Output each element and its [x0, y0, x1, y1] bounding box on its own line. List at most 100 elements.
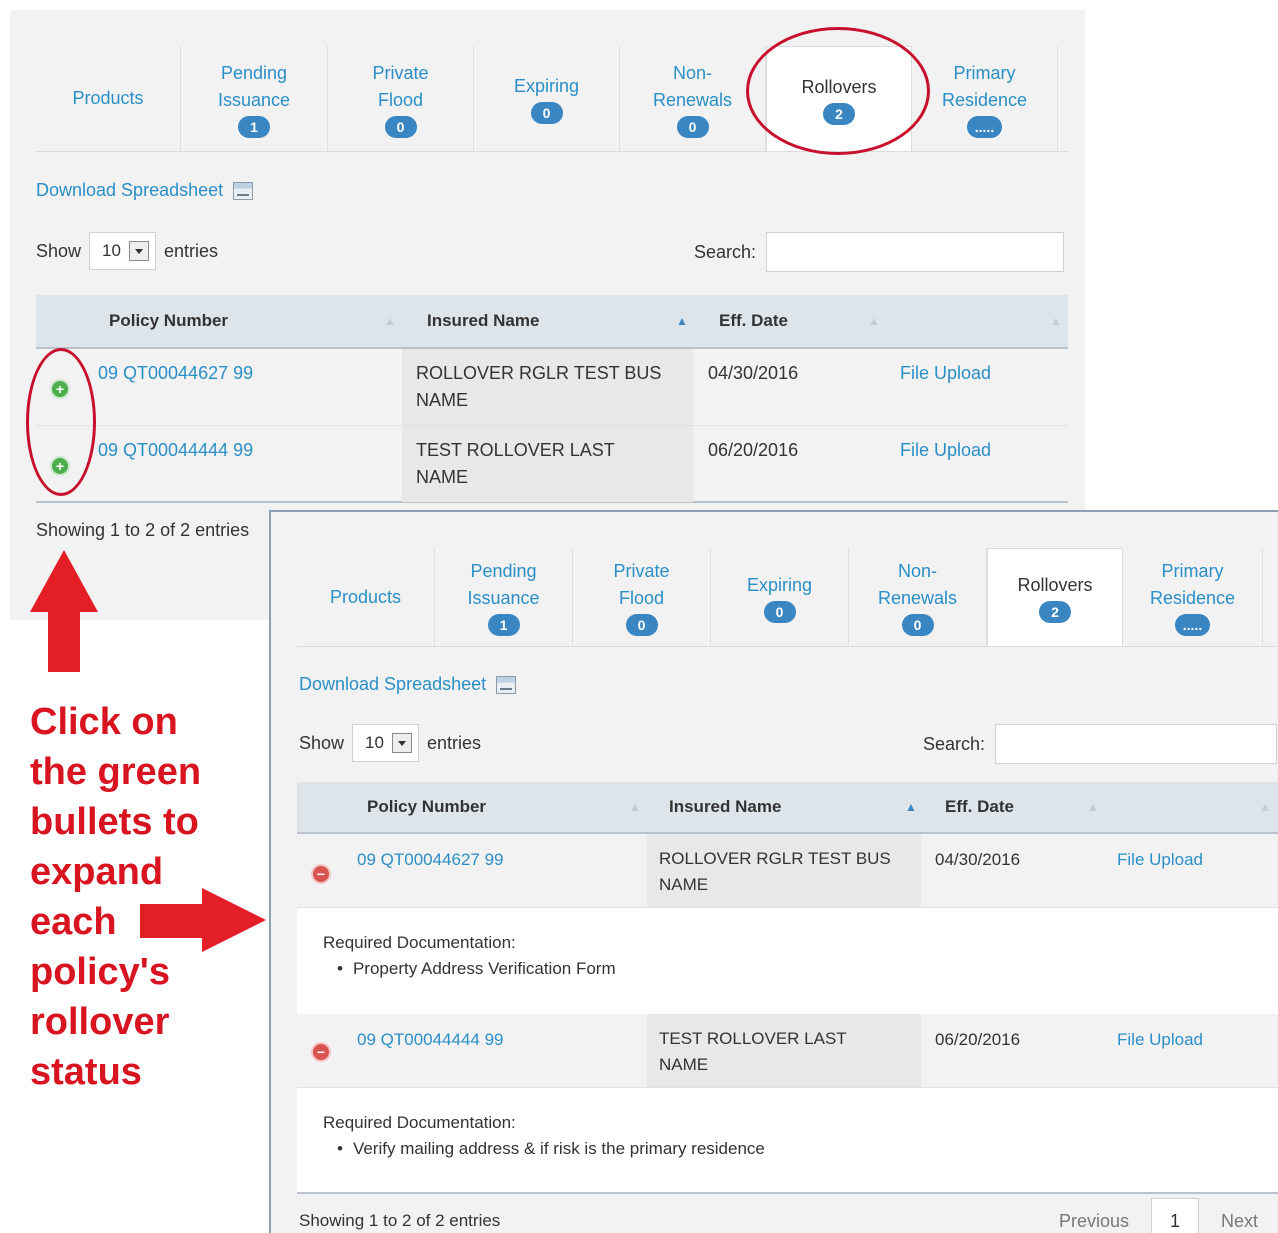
tab-label: Residence [1149, 588, 1236, 608]
download-spreadsheet-link[interactable]: Download Spreadsheet [299, 674, 517, 695]
spreadsheet-icon [496, 675, 517, 694]
search-label: Search: [694, 241, 757, 262]
tab-label: Flood [618, 588, 665, 608]
download-spreadsheet-link[interactable]: Download Spreadsheet [36, 180, 254, 201]
policy-number-link[interactable]: 09 QT00044627 99 [98, 360, 253, 387]
sort-icon[interactable]: ▲ [868, 295, 880, 347]
file-upload-link[interactable]: File Upload [900, 360, 991, 387]
policy-number-link[interactable]: 09 QT00044627 99 [357, 846, 504, 873]
search-input[interactable] [995, 724, 1278, 764]
spreadsheet-icon [233, 181, 254, 200]
tab-label: Residence [941, 89, 1028, 110]
instruction-line: status [30, 1051, 142, 1093]
sort-icon[interactable]: ▲ [1087, 782, 1099, 832]
search-control: Search: [923, 724, 1278, 764]
tab-primary-residence[interactable]: Primary Residence ..... [1123, 548, 1263, 646]
search-input[interactable] [766, 232, 1065, 272]
search-control: Search: [694, 232, 1065, 272]
tab-products[interactable]: Products [36, 46, 181, 151]
previous-page-button[interactable]: Previous [1059, 1211, 1129, 1232]
download-spreadsheet-label: Download Spreadsheet [299, 674, 487, 694]
table-info: Showing 1 to 2 of 2 entries [299, 1211, 501, 1230]
file-upload-link[interactable]: File Upload [900, 437, 991, 464]
sort-ascending-icon[interactable]: ▲ [905, 782, 917, 832]
tab-products[interactable]: Products [297, 548, 435, 646]
insured-name-line: TEST ROLLOVER LAST [416, 440, 615, 460]
tab-label: Pending [470, 561, 537, 581]
tab-bar: Products Pending Issuance 1 Private Floo… [297, 548, 1278, 647]
column-header-policy-number[interactable]: Policy Number [367, 782, 486, 832]
count-badge: 1 [487, 614, 520, 636]
collapse-bullet-icon[interactable]: − [311, 864, 331, 884]
required-documentation-item: Property Address Verification Form [337, 956, 1278, 982]
tab-private-flood[interactable]: Private Flood 0 [573, 548, 711, 646]
tab-primary-residence[interactable]: Primary Residence ..... [912, 46, 1058, 151]
dropdown-arrow-icon [391, 733, 412, 753]
column-header-eff-date[interactable]: Eff. Date [719, 295, 788, 347]
search-label: Search: [923, 733, 986, 754]
pagination: Previous 1 Next [1059, 1198, 1258, 1233]
tab-label: Expiring [746, 574, 813, 595]
policy-number-link[interactable]: 09 QT00044444 99 [98, 437, 253, 464]
column-header-policy-number[interactable]: Policy Number [109, 295, 228, 347]
tab-rollovers[interactable]: Rollovers 2 [987, 548, 1123, 646]
eff-date-cell: 04/30/2016 [708, 363, 799, 383]
entries-select[interactable]: 10 [89, 232, 156, 270]
sort-icon[interactable]: ▲ [629, 782, 641, 832]
sort-icon[interactable]: ▲ [1050, 295, 1062, 347]
file-upload-link[interactable]: File Upload [1117, 846, 1203, 873]
eff-date-cell: 04/30/2016 [935, 850, 1021, 869]
count-badge: 0 [763, 600, 796, 623]
entries-label: entries [163, 240, 218, 261]
policy-number-link[interactable]: 09 QT00044444 99 [357, 1026, 504, 1053]
column-header-eff-date[interactable]: Eff. Date [945, 782, 1014, 832]
insured-name-line: NAME [416, 467, 469, 487]
collapse-bullet-icon[interactable]: − [311, 1042, 331, 1062]
tab-label: Pending [220, 62, 288, 83]
column-header-insured-name[interactable]: Insured Name [669, 782, 781, 832]
page-length-control: Show 10 entries [36, 232, 218, 270]
tab-non-renewals[interactable]: Non- Renewals 0 [849, 548, 987, 646]
tab-expiring[interactable]: Expiring 0 [711, 548, 849, 646]
required-documentation-panel: Required Documentation: Verify mailing a… [297, 1088, 1278, 1194]
highlight-circle-bullets [26, 348, 96, 496]
sort-icon[interactable]: ▲ [384, 295, 396, 347]
sort-ascending-icon[interactable]: ▲ [676, 295, 688, 347]
red-up-arrow [30, 550, 98, 672]
page-length-control: Show 10 entries [299, 724, 481, 762]
count-badge: ..... [966, 115, 1003, 138]
required-documentation-panel: Required Documentation: Property Address… [297, 908, 1278, 1014]
instruction-line: Click on [30, 701, 178, 743]
next-page-button[interactable]: Next [1221, 1211, 1258, 1232]
file-upload-link[interactable]: File Upload [1117, 1026, 1203, 1053]
table-info: Showing 1 to 2 of 2 entries [36, 520, 250, 540]
insured-name-line: ROLLOVER RGLR TEST BUS [659, 849, 891, 868]
entries-label: entries [426, 732, 481, 753]
insured-name-cell: ROLLOVER RGLR TEST BUS NAME [647, 834, 921, 907]
count-badge: 1 [238, 115, 270, 138]
tab-pending-issuance[interactable]: Pending Issuance 1 [435, 548, 573, 646]
expanded-view-panel: Products Pending Issuance 1 Private Floo… [269, 510, 1278, 1233]
table-row: − 09 QT00044444 99 TEST ROLLOVER LAST NA… [297, 1014, 1278, 1088]
instruction-line: rollover [30, 1001, 170, 1043]
tab-label: Products [329, 586, 402, 607]
count-badge: 0 [901, 614, 934, 636]
instruction-line: the green [30, 751, 202, 793]
entries-select[interactable]: 10 [352, 724, 419, 762]
page-1-button[interactable]: 1 [1151, 1198, 1200, 1233]
tab-pending-issuance[interactable]: Pending Issuance 1 [181, 46, 328, 151]
table-header: Policy Number ▲ Insured Name ▲ Eff. Date… [297, 782, 1278, 834]
sort-icon[interactable]: ▲ [1259, 782, 1271, 832]
count-badge: 2 [1039, 601, 1071, 623]
insured-name-cell: TEST ROLLOVER LAST NAME [647, 1014, 921, 1087]
tab-label: Private [613, 561, 670, 581]
insured-name-cell: ROLLOVER RGLR TEST BUS NAME [402, 349, 693, 425]
tab-expiring[interactable]: Expiring 0 [474, 46, 620, 151]
tab-private-flood[interactable]: Private Flood 0 [328, 46, 474, 151]
tab-label: Expiring [513, 76, 580, 96]
highlight-circle-rollovers [746, 27, 930, 155]
column-header-insured-name[interactable]: Insured Name [427, 295, 539, 347]
arrow-head [202, 888, 266, 952]
table-row: + 09 QT00044444 99 TEST ROLLOVER LAST NA… [36, 426, 1068, 503]
tab-non-renewals[interactable]: Non- Renewals 0 [620, 46, 766, 151]
